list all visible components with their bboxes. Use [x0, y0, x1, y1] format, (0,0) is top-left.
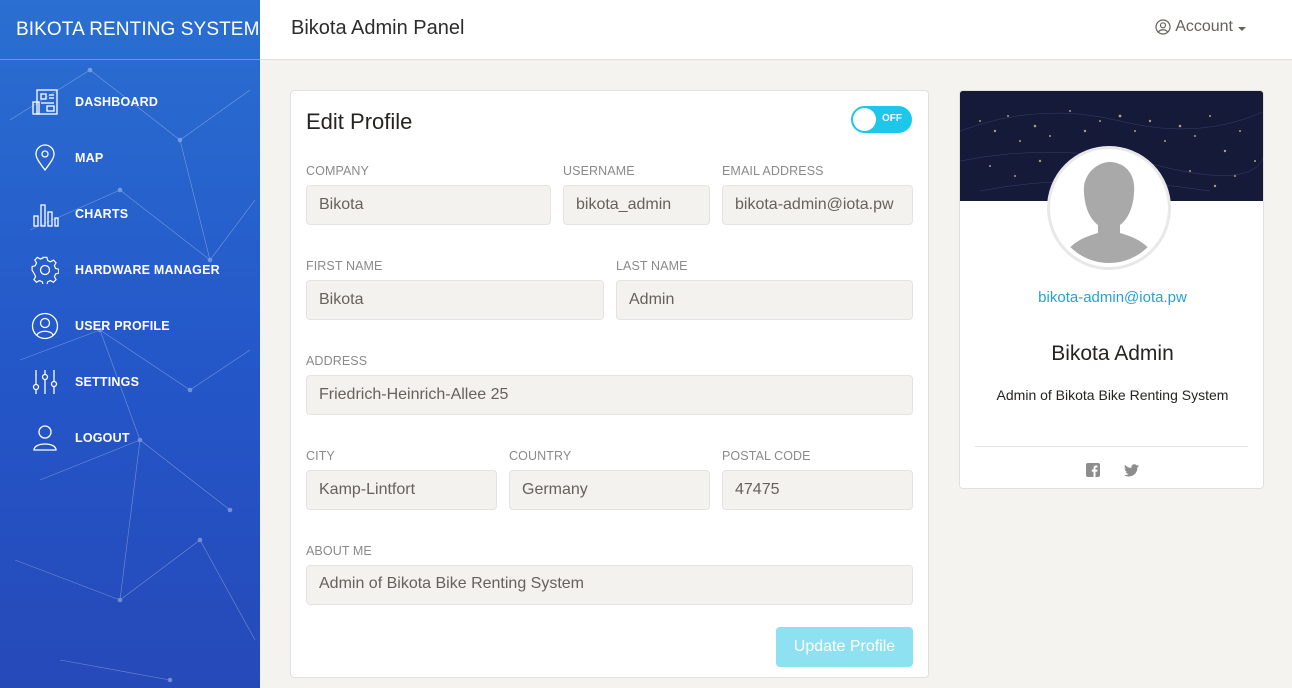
toggle-knob	[853, 108, 876, 131]
edit-profile-card: Edit Profile OFF COMPANY USERNAME EMAIL …	[290, 90, 929, 678]
last-name-label: LAST NAME	[616, 259, 688, 273]
sidebar-item-label: LOGOUT	[75, 431, 130, 445]
profile-description: Admin of Bikota Bike Renting System	[996, 387, 1229, 403]
avatar	[1047, 146, 1171, 270]
first-name-field[interactable]	[306, 280, 604, 320]
twitter-icon[interactable]	[1122, 461, 1140, 479]
address-field[interactable]	[306, 375, 913, 415]
sidebar-item-settings[interactable]: SETTINGS	[0, 354, 260, 410]
email-field[interactable]	[722, 185, 913, 225]
sidebar-item-dashboard[interactable]: DASHBOARD	[0, 74, 260, 130]
sidebar-item-label: CHARTS	[75, 207, 129, 221]
dashboard-icon	[30, 87, 60, 117]
sidebar-item-hardware-manager[interactable]: HARDWARE MANAGER	[0, 242, 260, 298]
gear-icon	[30, 255, 60, 285]
address-label: ADDRESS	[306, 354, 368, 368]
page-title: Bikota Admin Panel	[291, 17, 465, 39]
bar-chart-icon	[30, 199, 60, 229]
sidebar-item-label: DASHBOARD	[75, 95, 159, 109]
edit-profile-title: Edit Profile	[306, 109, 413, 134]
user-icon	[30, 423, 60, 453]
account-user-icon	[1155, 19, 1171, 35]
company-label: COMPANY	[306, 164, 369, 178]
sidebar-item-logout[interactable]: LOGOUT	[0, 410, 260, 466]
first-name-label: FIRST NAME	[306, 259, 383, 273]
sliders-icon	[30, 367, 60, 397]
about-me-textarea[interactable]: Admin of Bikota Bike Renting System	[306, 565, 913, 605]
facebook-icon[interactable]	[1084, 461, 1102, 479]
country-field[interactable]	[509, 470, 710, 510]
caret-down-icon	[1238, 26, 1246, 31]
user-profile-card: bikota-admin@iota.pw Bikota Admin Admin …	[959, 90, 1264, 489]
country-label: COUNTRY	[509, 449, 572, 463]
toggle-label: OFF	[882, 113, 902, 124]
postal-code-field[interactable]	[722, 470, 913, 510]
postal-code-label: POSTAL CODE	[722, 449, 811, 463]
email-label: EMAIL ADDRESS	[722, 164, 824, 178]
edit-toggle-switch[interactable]: OFF	[851, 106, 912, 133]
sidebar: BIKOTA RENTING SYSTEM DASHBOARD MAP CHAR…	[0, 0, 260, 688]
profile-name: Bikota Admin	[1051, 342, 1174, 365]
username-field[interactable]	[563, 185, 710, 225]
about-me-label: ABOUT ME	[306, 544, 372, 558]
sidebar-item-label: SETTINGS	[75, 375, 140, 389]
account-label: Account	[1175, 18, 1233, 35]
user-circle-icon	[30, 311, 60, 341]
city-label: CITY	[306, 449, 335, 463]
company-field[interactable]	[306, 185, 551, 225]
sidebar-item-label: MAP	[75, 151, 104, 165]
account-dropdown[interactable]: Account	[1155, 18, 1246, 36]
sidebar-item-map[interactable]: MAP	[0, 130, 260, 186]
profile-email-link[interactable]: bikota-admin@iota.pw	[960, 289, 1263, 306]
sidebar-item-label: HARDWARE MANAGER	[75, 263, 220, 277]
last-name-field[interactable]	[616, 280, 913, 320]
sidebar-item-label: USER PROFILE	[75, 319, 170, 333]
update-profile-button[interactable]: Update Profile	[776, 627, 913, 667]
top-navbar: Bikota Admin Panel Account	[260, 0, 1292, 60]
sidebar-item-charts[interactable]: CHARTS	[0, 186, 260, 242]
username-label: USERNAME	[563, 164, 635, 178]
brand-title: BIKOTA RENTING SYSTEM	[0, 0, 260, 60]
map-pin-icon	[30, 143, 60, 173]
sidebar-item-user-profile[interactable]: USER PROFILE	[0, 298, 260, 354]
profile-divider	[975, 446, 1248, 447]
sidebar-nav: DASHBOARD MAP CHARTS HARDWARE MANAGER US…	[0, 74, 260, 466]
city-field[interactable]	[306, 470, 497, 510]
